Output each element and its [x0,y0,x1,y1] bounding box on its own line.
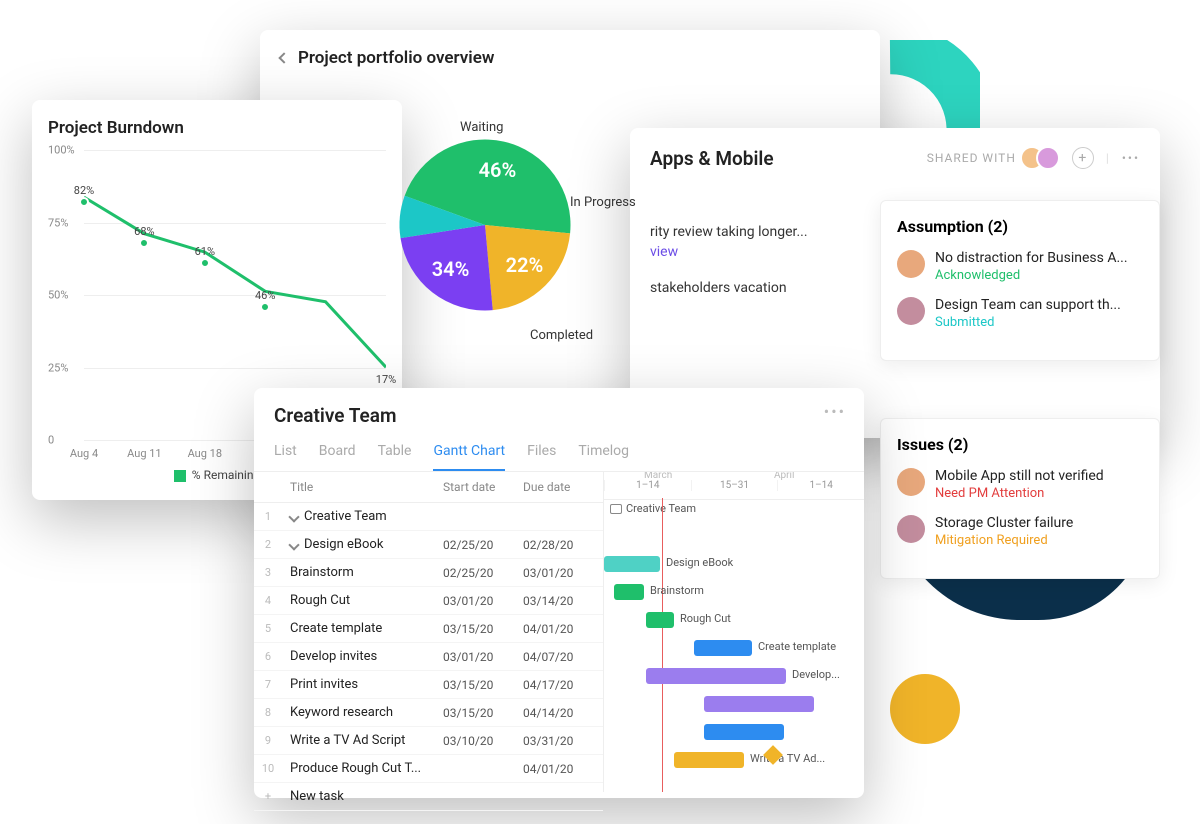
table-row[interactable]: 1Creative Team [254,503,603,531]
gantt-bar[interactable] [694,640,752,656]
tab-timelog[interactable]: Timelog [578,437,629,471]
gantt-bar[interactable] [674,752,744,768]
gantt-tabs: List Board Table Gantt Chart Files Timelog [254,427,864,472]
creative-team-card: Creative Team ••• List Board Table Gantt Ch… [254,388,864,798]
tab-board[interactable]: Board [319,437,356,471]
table-row[interactable]: 5Create template03/15/2004/01/20 [254,615,603,643]
list-item[interactable]: No distraction for Business A... Acknowle… [897,250,1143,283]
gantt-bar-label: Brainstorm [650,584,704,597]
folder-icon [610,504,622,514]
avatar [897,297,925,325]
list-item[interactable]: Storage Cluster failure Mitigation Requir… [897,515,1143,548]
gantt-task-list: Title Start date Due date 1Creative Team… [254,472,604,792]
timeline-cell: 15–31 [691,480,778,491]
more-icon[interactable]: ••• [1122,151,1140,165]
pie-label-completed: Completed [530,328,593,343]
tab-table[interactable]: Table [378,437,412,471]
col-start: Start date [443,480,523,494]
table-row[interactable]: 7Print invites03/15/2004/17/20 [254,671,603,699]
tab-list[interactable]: List [274,437,297,471]
gantt-bar[interactable] [646,612,674,628]
table-row[interactable]: 9Write a TV Ad Script03/10/2003/31/20 [254,727,603,755]
burndown-title: Project Burndown [48,118,386,138]
col-title: Title [282,480,443,494]
overview-title: Project portfolio overview [298,48,494,68]
add-task-icon[interactable]: + [254,790,282,803]
today-indicator [662,498,663,792]
issues-header: Issues [897,435,944,454]
timeline-cell: 1–14 [604,480,691,491]
table-row[interactable]: 3Brainstorm02/25/2003/01/20 [254,559,603,587]
shared-title: Apps & Mobile [650,147,774,170]
gantt-bar-label: Create template [758,640,836,653]
add-share-button[interactable]: + [1072,147,1094,169]
list-item[interactable]: Design Team can support th... Submitted [897,297,1143,330]
list-item[interactable]: Mobile App still not verified Need PM Att… [897,468,1143,501]
gantt-root-label: Creative Team [626,502,696,515]
avatar [897,515,925,543]
gantt-bar[interactable] [704,724,784,740]
item-title: No distraction for Business A... [935,250,1128,266]
table-row[interactable]: 8Keyword research03/15/2004/14/20 [254,699,603,727]
shared-with-label: SHARED WITH [927,151,1016,165]
gantt-bar[interactable] [604,556,660,572]
avatar [897,250,925,278]
assumption-panel: Assumption (2) No distraction for Busine… [880,200,1160,361]
timeline-cell: 1–14 [777,480,864,491]
pie-label-inprogress: In Progress [570,195,636,210]
col-due: Due date [523,480,603,494]
item-title: Mobile App still not verified [935,468,1104,484]
avatar[interactable] [1036,146,1060,170]
gantt-bar[interactable] [646,668,786,684]
table-row[interactable]: 6Develop invites03/01/2004/07/20 [254,643,603,671]
issues-count: (2) [948,435,968,454]
assumption-header: Assumption [897,217,984,236]
gantt-bar-label: Rough Cut [680,612,731,625]
item-status: Mitigation Required [935,533,1073,548]
avatar [897,468,925,496]
decorative-dot [890,674,960,744]
chevron-left-icon [278,52,289,63]
issues-panel: Issues (2) Mobile App still not verified… [880,418,1160,579]
gantt-bar-label: Develop... [792,668,840,681]
item-status: Need PM Attention [935,486,1104,501]
assumption-count: (2) [988,217,1008,236]
status-pie-chart: 46%22%34% Waiting In Progress Completed [380,100,650,370]
table-row[interactable]: 10Produce Rough Cut T...04/01/20 [254,755,603,783]
tab-gantt-chart[interactable]: Gantt Chart [433,437,505,471]
table-row[interactable]: 4Rough Cut03/01/2003/14/20 [254,587,603,615]
item-title: Design Team can support th... [935,297,1121,313]
back-link[interactable]: Project portfolio overview [280,48,860,68]
chevron-down-icon[interactable] [288,511,299,522]
more-icon[interactable]: ••• [824,402,846,421]
table-row[interactable]: 2Design eBook02/25/2002/28/20 [254,531,603,559]
chevron-down-icon[interactable] [288,539,299,550]
item-title: Storage Cluster failure [935,515,1073,531]
pie-label-waiting: Waiting [460,120,503,135]
gantt-timeline[interactable]: 1–1415–311–14MarchApril Creative Team De… [604,472,864,792]
item-status: Acknowledged [935,268,1128,283]
gantt-bar-label: Design eBook [666,556,733,569]
shared-avatars [1028,146,1060,170]
gantt-bar[interactable] [614,584,644,600]
gantt-bar[interactable] [704,696,814,712]
gantt-title: Creative Team [274,404,844,427]
gantt-bar-label: Write a TV Ad... [750,752,825,765]
item-status: Submitted [935,315,1121,330]
new-task-button[interactable]: New task [282,789,603,804]
tab-files[interactable]: Files [527,437,556,471]
